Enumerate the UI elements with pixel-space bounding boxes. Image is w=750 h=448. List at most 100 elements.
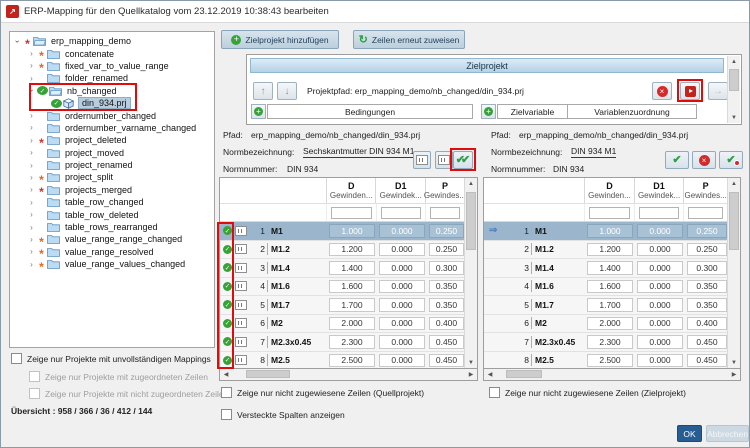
table-row-M1.6[interactable]: ✓ 4 M1.6 1.600 0.000 0.350 — [220, 277, 464, 296]
move-down-button[interactable]: ↓ — [277, 82, 297, 100]
panel-vertical-scrollbar[interactable]: ▲ ▼ — [727, 56, 740, 123]
filter-input-P[interactable] — [688, 206, 723, 219]
add-variable-mapping-button[interactable]: + — [481, 104, 496, 119]
vertical-scrollbar[interactable]: ▲ ▼ — [464, 178, 477, 368]
move-up-button[interactable]: ↑ — [253, 82, 273, 100]
filter-input-D1[interactable] — [638, 206, 680, 219]
scroll-down-arrow-icon[interactable]: ▼ — [728, 112, 740, 123]
table-row-M1.6[interactable]: 4 M1.6 1.600 0.000 0.350 — [484, 277, 727, 296]
accept-all-rows-button[interactable]: ✔✔ — [453, 151, 473, 169]
scrollbar-thumb[interactable] — [246, 370, 290, 378]
tree-item-project_renamed[interactable]: › project_renamed — [10, 159, 214, 171]
filter-unassigned-target-rows[interactable]: Zeige nur nicht zugewiesene Zeilen (Ziel… — [489, 387, 686, 398]
chevron-right-icon[interactable]: › — [27, 210, 36, 219]
reject-mapping-button[interactable]: × — [692, 151, 716, 169]
filter-unassigned-source-rows[interactable]: Zeige nur nicht zugewiesene Zeilen (Quel… — [221, 387, 424, 398]
filter-assigned-rows[interactable]: Zeige nur Projekte mit zugeordneten Zeil… — [29, 371, 208, 382]
table-row-M2.3x0.45[interactable]: 7 M2.3x0.45 2.300 0.000 0.450 — [484, 333, 727, 352]
scroll-down-arrow-icon[interactable]: ▼ — [465, 357, 477, 368]
tree-item-fixed_var_to_value_range[interactable]: › * fixed_var_to_value_range — [10, 60, 214, 75]
tree-item-project_split[interactable]: › * project_split — [10, 171, 214, 186]
table-row-M1[interactable]: ✓ 1 M1 1.000 0.000 0.250 — [220, 222, 464, 241]
chevron-right-icon[interactable]: › — [27, 123, 36, 132]
column-header-D1[interactable]: D1 Gewindek... — [633, 178, 684, 203]
column-header-P[interactable]: P Gewindes... — [424, 178, 466, 203]
column-header-D[interactable]: D Gewinden... — [584, 178, 634, 203]
column-header-D[interactable]: D Gewinden... — [325, 178, 376, 203]
scroll-right-arrow-icon[interactable]: ▶ — [465, 369, 477, 379]
checkbox-icon[interactable] — [489, 387, 500, 398]
scrollbar-thumb[interactable] — [729, 192, 739, 250]
column-header-P[interactable]: P Gewindes... — [683, 178, 727, 203]
ok-button[interactable]: OK — [677, 425, 702, 442]
chevron-down-icon[interactable]: › — [13, 37, 22, 46]
table-row-M2.5[interactable]: 8 M2.5 2.500 0.000 0.450 — [484, 351, 727, 368]
cancel-button[interactable]: Abbrechen — [706, 425, 749, 442]
tree-item-nb_changed[interactable]: › ✓ nb_changed — [10, 85, 214, 97]
tree-item-concatenate[interactable]: › * concatenate — [10, 47, 214, 63]
table-row-M1[interactable]: ⇒ 1 M1 1.000 0.000 0.250 — [484, 222, 727, 241]
filter-input-P[interactable] — [430, 206, 460, 219]
filter-input-D[interactable] — [331, 206, 372, 219]
scrollbar-thumb[interactable] — [729, 69, 739, 91]
chevron-right-icon[interactable]: › — [27, 247, 36, 256]
source-horizontal-scrollbar[interactable]: ◀ ▶ — [219, 369, 478, 381]
scroll-right-arrow-icon[interactable]: ▶ — [728, 369, 740, 379]
scroll-up-arrow-icon[interactable]: ▲ — [728, 56, 740, 67]
run-mapping-button[interactable] — [680, 82, 700, 100]
source-table-tool-button-1[interactable] — [413, 151, 431, 169]
tree-item-value_range_range_changed[interactable]: › * value_range_range_changed — [10, 233, 214, 248]
tree-item-ordernumber_changed[interactable]: › ordernumber_changed — [10, 109, 214, 121]
target-horizontal-scrollbar[interactable]: ◀ ▶ — [483, 369, 741, 381]
filter-input-D1[interactable] — [380, 206, 422, 219]
tree-item-table_row_deleted[interactable]: › table_row_deleted — [10, 208, 214, 220]
table-row-M1.4[interactable]: 3 M1.4 1.400 0.000 0.300 — [484, 259, 727, 278]
scroll-left-arrow-icon[interactable]: ◀ — [220, 369, 232, 379]
chevron-right-icon[interactable]: › — [27, 111, 36, 120]
table-row-M1.2[interactable]: ✓ 2 M1.2 1.200 0.000 0.250 — [220, 240, 464, 259]
tree-item-project_deleted[interactable]: › * project_deleted — [10, 134, 214, 149]
table-row-M1.4[interactable]: ✓ 3 M1.4 1.400 0.000 0.300 — [220, 259, 464, 278]
accept-mapping-button[interactable]: ✔ — [665, 151, 689, 169]
tree-item-din_934.prj[interactable]: ✓ din_934.prj — [10, 97, 214, 110]
scroll-left-arrow-icon[interactable]: ◀ — [484, 369, 496, 379]
scrollbar-thumb[interactable] — [506, 370, 542, 378]
filter-incomplete-mappings[interactable]: Zeige nur Projekte mit unvollständigen M… — [11, 353, 211, 364]
add-target-project-button[interactable]: + Zielprojekt hinzufügen — [221, 30, 339, 49]
move-right-button[interactable]: → — [708, 82, 728, 100]
vertical-scrollbar[interactable]: ▲ ▼ — [727, 178, 740, 368]
chevron-right-icon[interactable]: › — [27, 161, 36, 170]
filter-unassigned-rows[interactable]: Zeige nur Projekte mit nicht zugeordnete… — [29, 388, 228, 399]
tree-item-value_range_values_changed[interactable]: › * value_range_values_changed — [10, 258, 214, 273]
chevron-right-icon[interactable]: › — [27, 173, 36, 182]
reassign-rows-button[interactable]: ↻ Zeilen erneut zuweisen — [353, 30, 465, 49]
checkbox-icon[interactable] — [29, 371, 40, 382]
checkbox-icon[interactable] — [11, 353, 22, 364]
filter-input-D[interactable] — [589, 206, 630, 219]
chevron-down-icon[interactable]: › — [27, 86, 36, 95]
table-row-M1.7[interactable]: 5 M1.7 1.700 0.000 0.350 — [484, 296, 727, 315]
chevron-right-icon[interactable]: › — [27, 136, 36, 145]
tree-item-projects_merged[interactable]: › * projects_merged — [10, 184, 214, 199]
table-row-M2[interactable]: ✓ 6 M2 2.000 0.000 0.400 — [220, 314, 464, 333]
tree-item-value_range_resolved[interactable]: › * value_range_resolved — [10, 246, 214, 261]
table-row-M2.3x0.45[interactable]: ✓ 7 M2.3x0.45 2.300 0.000 0.450 — [220, 333, 464, 352]
table-row-M1.7[interactable]: ✓ 5 M1.7 1.700 0.000 0.350 — [220, 296, 464, 315]
chevron-right-icon[interactable]: › — [27, 185, 36, 194]
scrollbar-thumb[interactable] — [466, 192, 476, 250]
checkbox-icon[interactable] — [221, 409, 232, 420]
tree-item-ordernumber_varname_changed[interactable]: › ordernumber_varname_changed — [10, 122, 214, 134]
chevron-right-icon[interactable]: › — [27, 61, 36, 70]
scroll-up-arrow-icon[interactable]: ▲ — [728, 178, 740, 189]
show-hidden-columns[interactable]: Versteckte Spalten anzeigen — [221, 409, 345, 420]
chevron-right-icon[interactable]: › — [27, 223, 36, 232]
chevron-right-icon[interactable]: › — [27, 148, 36, 157]
column-header-D1[interactable]: D1 Gewindek... — [375, 178, 425, 203]
table-row-M1.2[interactable]: 2 M1.2 1.200 0.000 0.250 — [484, 240, 727, 259]
add-condition-button[interactable]: + — [251, 104, 266, 119]
checkbox-icon[interactable] — [221, 387, 232, 398]
source-table-tool-button-2[interactable] — [435, 151, 453, 169]
table-row-M2.5[interactable]: ✓ 8 M2.5 2.500 0.000 0.450 — [220, 351, 464, 368]
tree-item-erp_mapping_demo[interactable]: › * erp_mapping_demo — [10, 35, 214, 50]
chevron-right-icon[interactable]: › — [27, 260, 36, 269]
